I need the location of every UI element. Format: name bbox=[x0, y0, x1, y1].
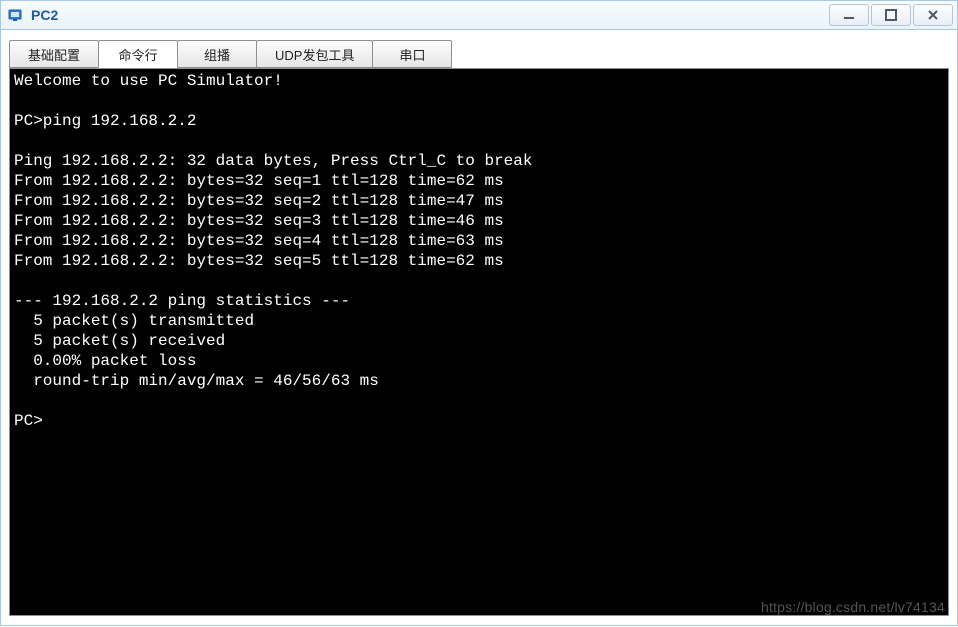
close-button[interactable] bbox=[913, 4, 953, 26]
terminal-line: Welcome to use PC Simulator! bbox=[14, 72, 283, 90]
window-title: PC2 bbox=[31, 7, 827, 23]
tab-label: 命令行 bbox=[119, 45, 158, 64]
terminal-line: 5 packet(s) transmitted bbox=[14, 312, 254, 330]
tab-label: 基础配置 bbox=[28, 45, 80, 64]
tab-command-line[interactable]: 命令行 bbox=[98, 40, 178, 68]
tab-basic-config[interactable]: 基础配置 bbox=[9, 40, 99, 68]
terminal-line: From 192.168.2.2: bytes=32 seq=2 ttl=128… bbox=[14, 192, 504, 210]
tab-bar: 基础配置 命令行 组播 UDP发包工具 串口 bbox=[9, 40, 949, 68]
terminal-panel: Welcome to use PC Simulator! PC>ping 192… bbox=[9, 68, 949, 616]
terminal-line: PC> bbox=[14, 412, 43, 430]
terminal-line: 0.00% packet loss bbox=[14, 352, 196, 370]
titlebar: PC2 bbox=[0, 0, 958, 30]
tab-label: UDP发包工具 bbox=[275, 45, 354, 64]
tab-label: 串口 bbox=[399, 45, 425, 64]
terminal-line: From 192.168.2.2: bytes=32 seq=3 ttl=128… bbox=[14, 212, 504, 230]
minimize-button[interactable] bbox=[829, 4, 869, 26]
terminal-line: 5 packet(s) received bbox=[14, 332, 225, 350]
terminal-line: PC>ping 192.168.2.2 bbox=[14, 112, 196, 130]
tab-serial[interactable]: 串口 bbox=[372, 40, 452, 68]
maximize-button[interactable] bbox=[871, 4, 911, 26]
app-icon bbox=[7, 6, 25, 24]
terminal-line: From 192.168.2.2: bytes=32 seq=4 ttl=128… bbox=[14, 232, 504, 250]
tab-label: 组播 bbox=[204, 45, 230, 64]
terminal-line: From 192.168.2.2: bytes=32 seq=1 ttl=128… bbox=[14, 172, 504, 190]
terminal-line: Ping 192.168.2.2: 32 data bytes, Press C… bbox=[14, 152, 532, 170]
terminal-line: round-trip min/avg/max = 46/56/63 ms bbox=[14, 372, 379, 390]
terminal-line: --- 192.168.2.2 ping statistics --- bbox=[14, 292, 350, 310]
terminal[interactable]: Welcome to use PC Simulator! PC>ping 192… bbox=[10, 69, 948, 615]
terminal-line: From 192.168.2.2: bytes=32 seq=5 ttl=128… bbox=[14, 252, 504, 270]
tab-multicast[interactable]: 组播 bbox=[177, 40, 257, 68]
tab-udp-tool[interactable]: UDP发包工具 bbox=[256, 40, 373, 68]
window-controls bbox=[827, 4, 953, 26]
client-area: 基础配置 命令行 组播 UDP发包工具 串口 Welcome to use PC… bbox=[0, 30, 958, 626]
